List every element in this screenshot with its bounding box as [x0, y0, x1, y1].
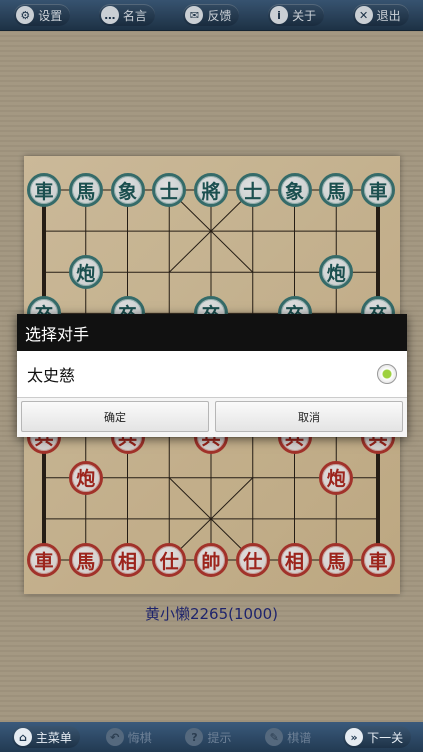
select-opponent-dialog: 选择对手 太史慈 确定 取消: [17, 314, 407, 437]
undo-label: 悔棋: [127, 730, 152, 745]
main-menu-label: 主菜单: [35, 730, 72, 745]
radio-selected-icon[interactable]: [377, 364, 397, 384]
confirm-button[interactable]: 确定: [21, 401, 209, 432]
bulb-icon: ?: [185, 728, 204, 746]
next-level-button[interactable]: » 下一关: [343, 726, 412, 748]
opponent-option[interactable]: 太史慈: [17, 351, 407, 398]
dialog-title: 选择对手: [17, 314, 407, 351]
record-label: 棋谱: [287, 730, 312, 745]
bottom-toolbar: ⌂ 主菜单 ↶ 悔棋 ? 提示 ✎ 棋谱 » 下一关: [0, 722, 423, 752]
pencil-icon: ✎: [265, 728, 284, 746]
undo-button[interactable]: ↶ 悔棋: [104, 726, 160, 748]
home-icon: ⌂: [13, 728, 32, 746]
opponent-option-label: 太史慈: [27, 366, 76, 385]
main-menu-button[interactable]: ⌂ 主菜单: [11, 726, 80, 748]
dialog-buttons: 确定 取消: [17, 398, 407, 435]
cancel-button[interactable]: 取消: [215, 401, 403, 432]
hint-label: 提示: [207, 730, 232, 745]
undo-icon: ↶: [105, 728, 124, 746]
record-button[interactable]: ✎ 棋谱: [263, 726, 319, 748]
next-icon: »: [345, 728, 364, 746]
hint-button[interactable]: ? 提示: [183, 726, 239, 748]
next-level-label: 下一关: [367, 730, 404, 745]
